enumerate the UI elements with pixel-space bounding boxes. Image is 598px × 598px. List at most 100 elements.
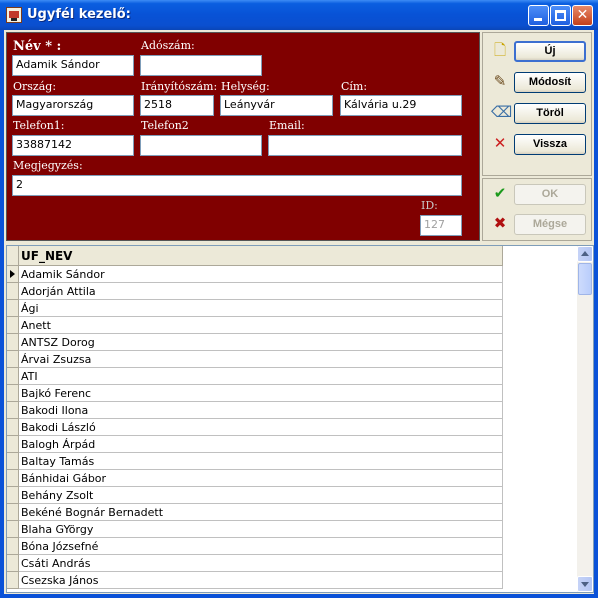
row-indicator[interactable] (7, 317, 19, 334)
row-indicator[interactable] (7, 334, 19, 351)
uf-nev-cell[interactable]: ATI (19, 368, 503, 385)
close-icon: ✕ (576, 7, 589, 23)
uf-nev-cell[interactable]: Adamik Sándor (19, 266, 503, 283)
uf-nev-cell[interactable]: Bekéné Bognár Bernadett (19, 504, 503, 521)
uf-nev-cell[interactable]: Csezska János (19, 572, 503, 589)
title-bar[interactable]: Ugyfél kezelő: ✕ (0, 0, 598, 30)
uf-nev-cell[interactable]: Ági (19, 300, 503, 317)
email-input[interactable] (268, 135, 462, 156)
row-indicator[interactable] (7, 368, 19, 385)
irsz-label: Irányítószám: (141, 80, 218, 93)
confirm-panel: ✔ OK ✖ Mégse (482, 178, 592, 241)
row-indicator[interactable] (7, 351, 19, 368)
delete-document-icon: ⌫ (491, 103, 513, 121)
row-indicator[interactable] (7, 504, 19, 521)
uf-nev-cell[interactable]: Bakodi Ilona (19, 402, 503, 419)
minimize-button[interactable] (528, 5, 549, 26)
ok-button[interactable]: OK (514, 184, 586, 205)
uf-nev-cell[interactable]: Baltay Tamás (19, 453, 503, 470)
torol-button[interactable]: Töröl (514, 103, 586, 124)
uf-nev-cell[interactable]: Adorján Attila (19, 283, 503, 300)
row-indicator[interactable] (7, 572, 19, 589)
table-row[interactable]: Bakodi Ilona (7, 402, 503, 419)
orszag-input[interactable]: Magyarország (12, 95, 134, 116)
uf-nev-cell[interactable]: Csáti András (19, 555, 503, 572)
row-indicator[interactable] (7, 555, 19, 572)
minimize-icon (534, 18, 542, 21)
adoszam-input[interactable] (140, 55, 262, 76)
scroll-down-icon (581, 582, 589, 587)
close-button[interactable]: ✕ (572, 5, 593, 26)
table-row[interactable]: ANTSZ Dorog (7, 334, 503, 351)
table-row[interactable]: Adamik Sándor (7, 266, 503, 283)
table-row[interactable]: Bajkó Ferenc (7, 385, 503, 402)
row-indicator[interactable] (7, 402, 19, 419)
cancel-x-icon: ✕ (493, 134, 507, 152)
action-panel: 🗋 Új ✎ Módosít ⌫ Töröl ✕ Vissza (482, 32, 592, 176)
row-indicator[interactable] (7, 521, 19, 538)
telefon1-input[interactable]: 33887142 (12, 135, 134, 156)
uf-nev-cell[interactable]: Bajkó Ferenc (19, 385, 503, 402)
table-row[interactable]: Adorján Attila (7, 283, 503, 300)
nev-input[interactable]: Adamik Sándor (12, 55, 134, 76)
row-indicator[interactable] (7, 300, 19, 317)
uj-button[interactable]: Új (514, 41, 586, 62)
row-indicator[interactable] (7, 487, 19, 504)
row-indicator[interactable] (7, 419, 19, 436)
vertical-scrollbar[interactable] (577, 246, 593, 592)
row-indicator[interactable] (7, 436, 19, 453)
uf-nev-cell[interactable]: Behány Zsolt (19, 487, 503, 504)
row-indicator[interactable] (7, 385, 19, 402)
id-label: ID: (421, 199, 438, 212)
scroll-up-icon (581, 251, 589, 256)
scroll-thumb[interactable] (578, 263, 592, 295)
id-input: 127 (420, 215, 462, 236)
scroll-down-button[interactable] (577, 576, 593, 592)
maximize-button[interactable] (550, 5, 571, 26)
table-row[interactable]: Bakodi László (7, 419, 503, 436)
table-row[interactable]: Bánhidai Gábor (7, 470, 503, 487)
table-row[interactable]: Bekéné Bognár Bernadett (7, 504, 503, 521)
table-row[interactable]: Bóna Józsefné (7, 538, 503, 555)
telefon1-label: Telefon1: (13, 119, 65, 132)
vissza-button[interactable]: Vissza (514, 134, 586, 155)
table-row[interactable]: Behány Zsolt (7, 487, 503, 504)
uf-nev-cell[interactable]: ANTSZ Dorog (19, 334, 503, 351)
uf-nev-cell[interactable]: Blaha GYörgy (19, 521, 503, 538)
edit-document-icon: ✎ (493, 72, 507, 90)
scroll-up-button[interactable] (577, 246, 593, 262)
cim-input[interactable]: Kálvária u.29 (340, 95, 462, 116)
megse-button[interactable]: Mégse (514, 214, 586, 235)
cross-icon: ✖ (493, 214, 507, 232)
app-icon (6, 7, 22, 23)
helyseg-input[interactable]: Leányvár (220, 95, 333, 116)
row-indicator[interactable] (7, 283, 19, 300)
table-row[interactable]: Csezska János (7, 572, 503, 589)
uf-nev-cell[interactable]: Bánhidai Gábor (19, 470, 503, 487)
table-row[interactable]: Csáti András (7, 555, 503, 572)
modosit-button[interactable]: Módosít (514, 72, 586, 93)
row-indicator[interactable] (7, 538, 19, 555)
cim-label: Cím: (341, 80, 368, 93)
table-row[interactable]: Ági (7, 300, 503, 317)
megjegyzes-input[interactable]: 2 (12, 175, 462, 196)
column-header-uf-nev[interactable]: UF_NEV (19, 246, 503, 266)
uf-nev-cell[interactable]: Bakodi László (19, 419, 503, 436)
uf-nev-cell[interactable]: Balogh Árpád (19, 436, 503, 453)
table-row[interactable]: Baltay Tamás (7, 453, 503, 470)
uf-nev-cell[interactable]: Árvai Zsuzsa (19, 351, 503, 368)
table-row[interactable]: Árvai Zsuzsa (7, 351, 503, 368)
irsz-input[interactable]: 2518 (140, 95, 214, 116)
table-row[interactable]: Blaha GYörgy (7, 521, 503, 538)
customer-grid[interactable]: UF_NEV Adamik Sándor Adorján Attila Ági Ane… (6, 245, 594, 593)
telefon2-input[interactable] (140, 135, 262, 156)
table-row[interactable]: Anett (7, 317, 503, 334)
row-indicator[interactable] (7, 453, 19, 470)
uf-nev-cell[interactable]: Anett (19, 317, 503, 334)
table-row[interactable]: Balogh Árpád (7, 436, 503, 453)
row-indicator[interactable] (7, 470, 19, 487)
current-row-arrow-icon (10, 270, 15, 278)
row-indicator[interactable] (7, 266, 19, 283)
uf-nev-cell[interactable]: Bóna Józsefné (19, 538, 503, 555)
table-row[interactable]: ATI (7, 368, 503, 385)
